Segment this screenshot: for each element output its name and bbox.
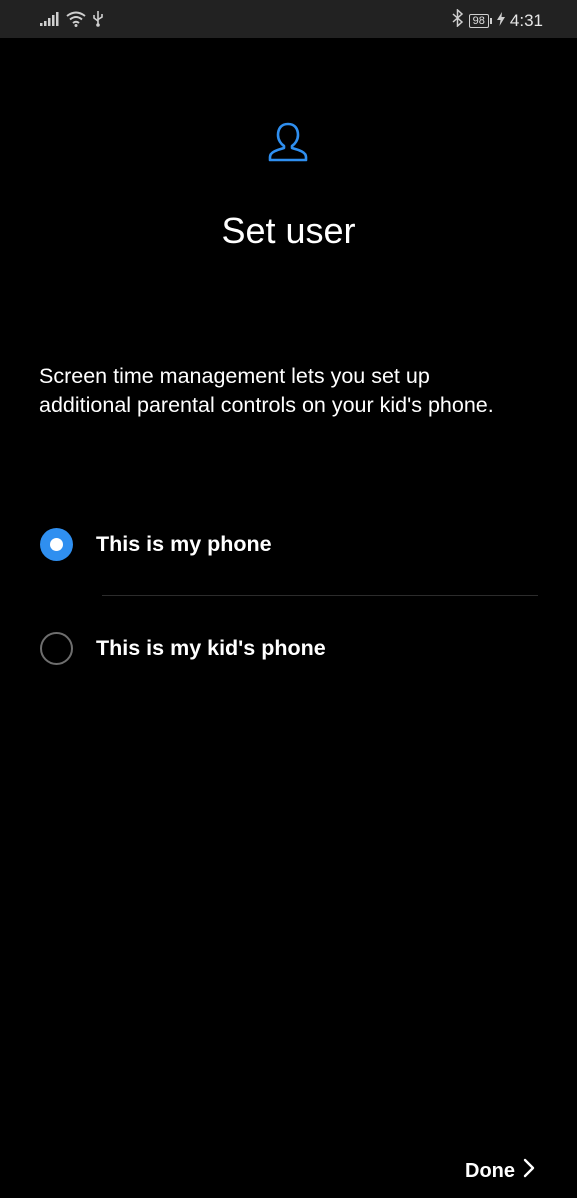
description-text: Screen time management lets you set up a… [39, 364, 494, 417]
user-icon [266, 120, 310, 164]
chevron-right-icon [523, 1158, 535, 1184]
usb-icon [92, 10, 104, 32]
wifi-icon [66, 11, 86, 32]
battery-icon: 98 [468, 13, 492, 28]
status-bar: 98 4:31 [0, 0, 577, 38]
radio-button-selected[interactable] [40, 527, 73, 561]
battery-tip [489, 17, 492, 24]
status-left-group [40, 10, 104, 32]
radio-button-unselected[interactable] [40, 631, 73, 665]
charging-icon [496, 11, 505, 31]
battery-level: 98 [468, 13, 489, 28]
status-right-group: 98 4:31 [452, 8, 543, 32]
divider [102, 595, 538, 596]
done-label: Done [465, 1159, 515, 1182]
option-my-phone[interactable]: This is my phone [40, 524, 537, 564]
option-label: This is my phone [96, 531, 272, 556]
page-title: Set user [221, 210, 356, 251]
status-time: 4:31 [509, 10, 543, 30]
bluetooth-icon [452, 8, 464, 32]
signal-icon [40, 11, 60, 31]
option-kids-phone[interactable]: This is my kid's phone [40, 628, 537, 668]
option-label: This is my kid's phone [96, 635, 326, 660]
done-button[interactable]: Done [465, 1158, 535, 1184]
